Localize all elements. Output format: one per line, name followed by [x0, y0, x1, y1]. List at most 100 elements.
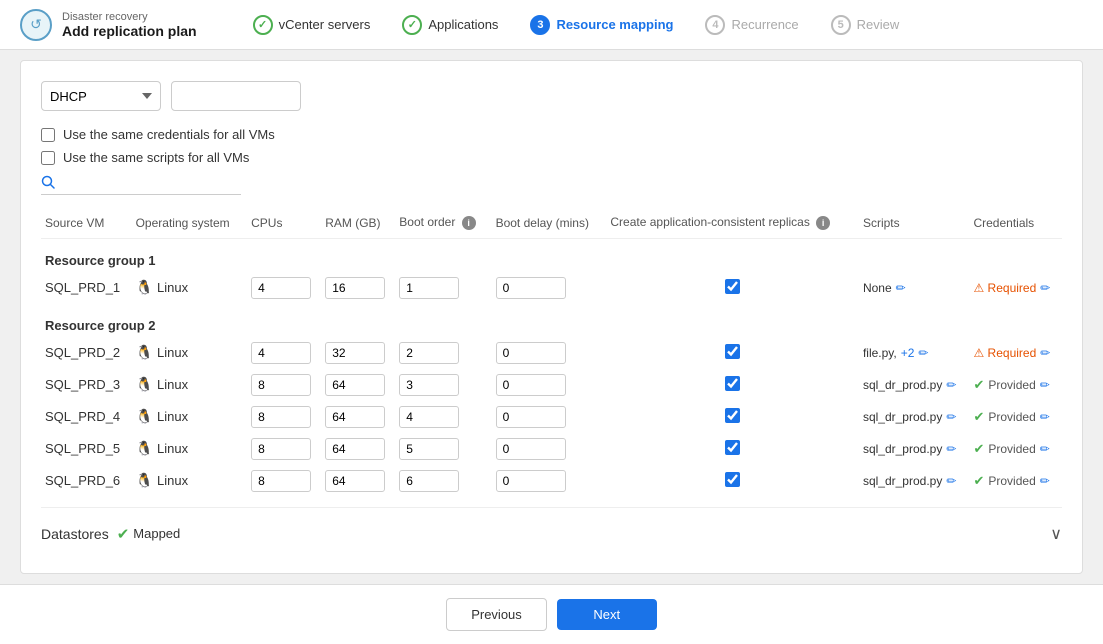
boot-order-input[interactable]	[399, 438, 459, 460]
ram-input[interactable]	[325, 342, 385, 364]
cred-edit-icon[interactable]: ✏	[1040, 346, 1050, 360]
vm-boot-order[interactable]	[395, 272, 491, 304]
boot-delay-input[interactable]	[496, 406, 566, 428]
ram-input[interactable]	[325, 470, 385, 492]
cred-edit-icon[interactable]: ✏	[1040, 442, 1050, 456]
vm-name: SQL_PRD_6	[41, 465, 132, 497]
vm-boot-order[interactable]	[395, 369, 491, 401]
wizard-step-resource-mapping[interactable]: 3 Resource mapping	[514, 15, 689, 35]
app-consistent-checkbox[interactable]	[725, 376, 740, 391]
script-edit-icon[interactable]: ✏	[946, 378, 956, 392]
wizard-step-applications[interactable]: ✓ Applications	[386, 15, 514, 35]
script-edit-icon[interactable]: ✏	[918, 346, 928, 360]
boot-order-input[interactable]	[399, 277, 459, 299]
search-input[interactable]	[59, 176, 219, 191]
cred-edit-icon[interactable]: ✏	[1040, 474, 1050, 488]
ram-input[interactable]	[325, 438, 385, 460]
same-scripts-checkbox[interactable]	[41, 151, 55, 165]
cpu-input[interactable]	[251, 438, 311, 460]
previous-button[interactable]: Previous	[446, 598, 547, 631]
cpu-input[interactable]	[251, 374, 311, 396]
app-consistent-info-icon: i	[816, 216, 830, 230]
vm-cpus[interactable]	[247, 337, 321, 369]
vm-app-consistent[interactable]	[606, 433, 859, 465]
boot-delay-input[interactable]	[496, 277, 566, 299]
cpu-input[interactable]	[251, 406, 311, 428]
linux-icon: 🐧	[136, 472, 153, 489]
linux-icon: 🐧	[136, 408, 153, 425]
vm-boot-delay[interactable]	[492, 272, 607, 304]
cpu-input[interactable]	[251, 342, 311, 364]
boot-delay-input[interactable]	[496, 438, 566, 460]
dhcp-select[interactable]: DHCP	[41, 81, 161, 111]
script-edit-icon[interactable]: ✏	[946, 442, 956, 456]
wizard-step-review[interactable]: 5 Review	[815, 15, 916, 35]
vm-boot-delay[interactable]	[492, 369, 607, 401]
vm-ram[interactable]	[321, 272, 395, 304]
top-controls: DHCP	[41, 81, 1062, 111]
vm-scripts: sql_dr_prod.py ✏	[859, 401, 970, 433]
vm-boot-delay[interactable]	[492, 337, 607, 369]
vm-ram[interactable]	[321, 369, 395, 401]
vm-ram[interactable]	[321, 337, 395, 369]
vm-ram[interactable]	[321, 465, 395, 497]
next-button[interactable]: Next	[557, 599, 657, 630]
vm-boot-order[interactable]	[395, 433, 491, 465]
vm-boot-order[interactable]	[395, 401, 491, 433]
cpu-input[interactable]	[251, 470, 311, 492]
datastores-row: Datastores ✔ Mapped ∨	[41, 507, 1062, 544]
boot-order-input[interactable]	[399, 342, 459, 364]
script-edit-icon[interactable]: ✏	[946, 474, 956, 488]
vm-boot-delay[interactable]	[492, 401, 607, 433]
vm-ram[interactable]	[321, 401, 395, 433]
script-edit-icon[interactable]: ✏	[896, 281, 906, 295]
ip-input[interactable]	[171, 81, 301, 111]
vm-app-consistent[interactable]	[606, 369, 859, 401]
same-credentials-checkbox[interactable]	[41, 128, 55, 142]
vm-cpus[interactable]	[247, 369, 321, 401]
boot-order-input[interactable]	[399, 470, 459, 492]
vm-cpus[interactable]	[247, 401, 321, 433]
wizard-step-vcenter[interactable]: ✓ vCenter servers	[237, 15, 387, 35]
app-consistent-checkbox[interactable]	[725, 279, 740, 294]
ram-input[interactable]	[325, 406, 385, 428]
cpu-input[interactable]	[251, 277, 311, 299]
boot-delay-input[interactable]	[496, 470, 566, 492]
brand-text: Disaster recovery Add replication plan	[62, 11, 197, 39]
ram-input[interactable]	[325, 374, 385, 396]
vm-cpus[interactable]	[247, 433, 321, 465]
datastores-chevron-icon[interactable]: ∨	[1050, 524, 1062, 544]
app-consistent-checkbox[interactable]	[725, 440, 740, 455]
table-row: SQL_PRD_3🐧 Linuxsql_dr_prod.py ✏✔ Provid…	[41, 369, 1062, 401]
vm-scripts: file.py, +2 ✏	[859, 337, 970, 369]
vm-app-consistent[interactable]	[606, 272, 859, 304]
boot-delay-input[interactable]	[496, 342, 566, 364]
boot-delay-input[interactable]	[496, 374, 566, 396]
vm-app-consistent[interactable]	[606, 337, 859, 369]
vm-cpus[interactable]	[247, 272, 321, 304]
app-consistent-checkbox[interactable]	[725, 408, 740, 423]
step-icon-4: 4	[705, 15, 725, 35]
boot-order-input[interactable]	[399, 406, 459, 428]
vm-app-consistent[interactable]	[606, 401, 859, 433]
cred-edit-icon[interactable]: ✏	[1040, 378, 1050, 392]
cred-edit-icon[interactable]: ✏	[1040, 281, 1050, 295]
app-consistent-checkbox[interactable]	[725, 472, 740, 487]
vm-app-consistent[interactable]	[606, 465, 859, 497]
cred-edit-icon[interactable]: ✏	[1040, 410, 1050, 424]
vm-boot-order[interactable]	[395, 465, 491, 497]
app-consistent-checkbox[interactable]	[725, 344, 740, 359]
cred-required-badge: ⚠ Required	[973, 346, 1036, 360]
col-os: Operating system	[132, 211, 248, 238]
vm-cpus[interactable]	[247, 465, 321, 497]
vm-os: 🐧 Linux	[132, 401, 248, 433]
ram-input[interactable]	[325, 277, 385, 299]
vm-boot-delay[interactable]	[492, 465, 607, 497]
vm-boot-delay[interactable]	[492, 433, 607, 465]
wizard-step-recurrence[interactable]: 4 Recurrence	[689, 15, 814, 35]
vm-boot-order[interactable]	[395, 337, 491, 369]
script-edit-icon[interactable]: ✏	[946, 410, 956, 424]
table-row: SQL_PRD_4🐧 Linuxsql_dr_prod.py ✏✔ Provid…	[41, 401, 1062, 433]
boot-order-input[interactable]	[399, 374, 459, 396]
vm-ram[interactable]	[321, 433, 395, 465]
